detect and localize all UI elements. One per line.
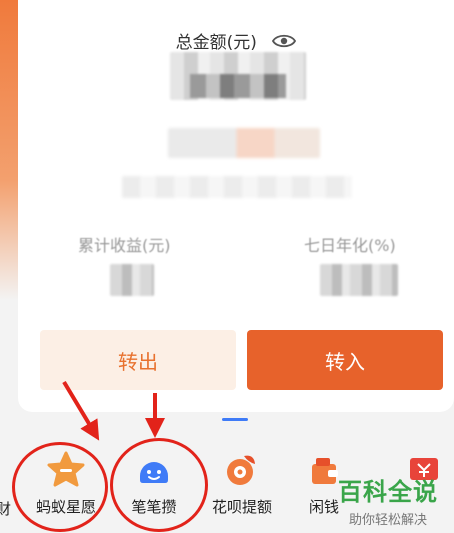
annotation-arrows — [62, 380, 165, 441]
watermark-subtitle: 助你轻松解决 — [348, 513, 427, 528]
watermark: 百科全说 助你轻松解决 — [328, 472, 448, 528]
arrow-to-star-wish — [62, 380, 100, 441]
watermark-title: 百科全说 — [338, 478, 438, 506]
